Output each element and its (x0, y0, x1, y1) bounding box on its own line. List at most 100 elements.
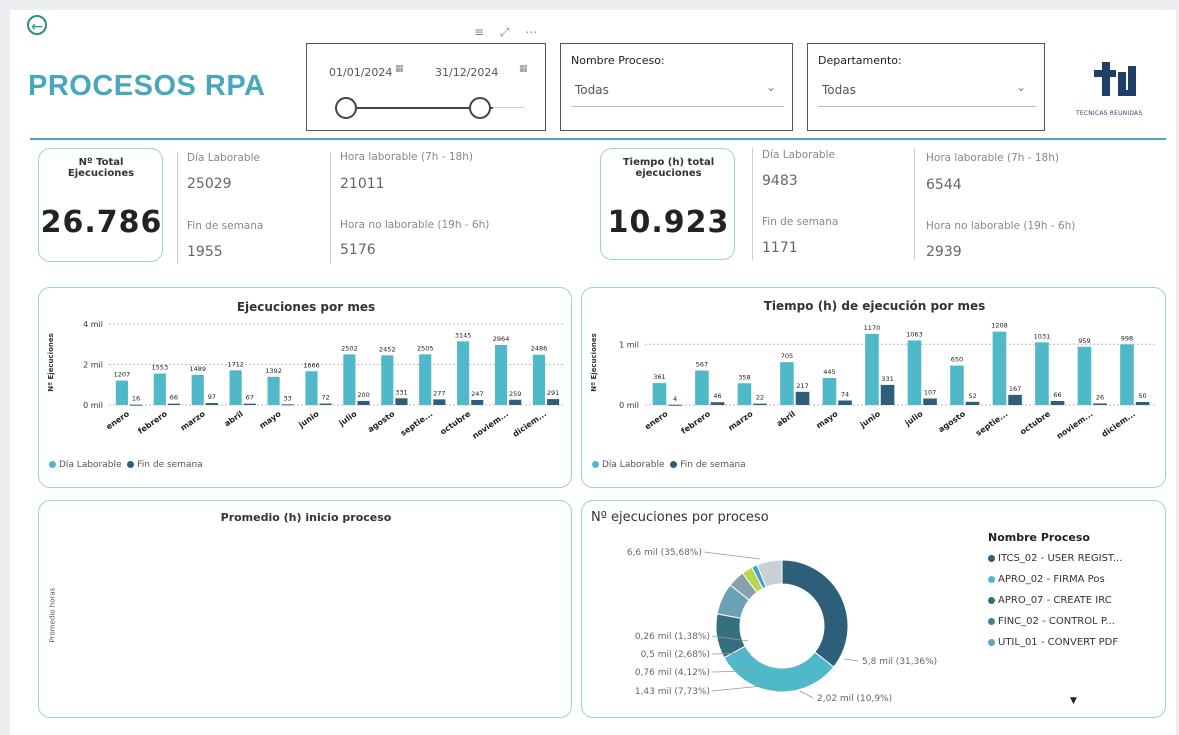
donut-legend[interactable]: ITCS_02 - USER REGIST... APRO_02 - FIRMA … (988, 553, 1122, 658)
back-arrow-icon[interactable]: ← (27, 15, 47, 35)
legend-label: Día Laborable (602, 460, 665, 470)
date-range-slicer[interactable]: 01/01/2024 ▦ 31/12/2024 ▦ (306, 43, 546, 131)
y-tick-label: 1 mil (619, 340, 639, 349)
x-tick-label: junio (296, 409, 321, 430)
legend-dot-icon (592, 461, 599, 468)
dia-laborable-label: Día Laborable (187, 152, 260, 164)
chart-panel-tiempo-mes[interactable]: Tiempo (h) de ejecución por mes Nº Ejecu… (581, 287, 1166, 488)
y-axis-label: Nº Ejecuciones (47, 333, 55, 392)
legend-dot-icon (49, 461, 56, 468)
bar (950, 365, 964, 405)
date-slider-rest (493, 107, 525, 108)
divider-line (752, 148, 753, 260)
departamento-dropdown-value[interactable]: Todas (822, 83, 856, 97)
chart-legend[interactable]: Día Laborable Fin de semana (49, 460, 203, 470)
donut-slice (781, 559, 849, 668)
divider-line (914, 148, 915, 260)
legend-item[interactable]: APRO_07 - CREATE IRC (988, 595, 1122, 606)
bar (992, 331, 1007, 405)
data-label: 1208 (991, 322, 1008, 330)
date-slider-end-handle[interactable] (469, 97, 491, 119)
data-label: 2505 (417, 344, 434, 352)
bar (433, 399, 446, 405)
bar (1120, 344, 1134, 405)
company-logo: TECNICAS REUNIDAS (1068, 58, 1164, 128)
leader-line (711, 685, 763, 692)
kpi-card-tiempo: Tiempo (h) total ejecuciones 10.923 (600, 148, 735, 260)
legend-item-fin-semana[interactable]: Fin de semana (127, 460, 203, 470)
fin-semana-label: Fin de semana (187, 220, 264, 232)
x-tick-label: septie... (974, 409, 1009, 438)
bar (419, 354, 432, 405)
data-label: 74 (841, 391, 849, 399)
legend-item-laborable[interactable]: Día Laborable (592, 460, 665, 470)
bar-chart-ejecuciones[interactable]: Nº Ejecuciones 0 mil 2 mil 4 mil 1207 16enero… (39, 288, 573, 489)
hora-no-laborable-value: 2939 (926, 244, 962, 260)
slice-label: 2,02 mil (10,9%) (817, 694, 892, 704)
data-label: 4 (673, 395, 677, 403)
data-label: 998 (1121, 334, 1133, 342)
calendar-icon[interactable]: ▦ (395, 64, 404, 74)
bar-chart-tiempo[interactable]: Nº Ejecuciones 0 mil 1 mil 361 4enero 567 46 fe… (582, 288, 1167, 489)
dia-laborable-value: 9483 (762, 173, 798, 189)
chart-panel-promedio-inicio[interactable]: Promedio (h) inicio proceso Promedio hor… (38, 500, 572, 718)
departamento-dropdown-label: Departamento: (818, 54, 902, 67)
x-tick-label: febrero (679, 409, 712, 436)
logo-mark-icon (1094, 62, 1136, 96)
x-tick-label: diciem... (1100, 409, 1137, 439)
bar (153, 373, 166, 405)
bar (780, 362, 794, 405)
slice-label: 0,5 mil (2,68%) (641, 650, 710, 660)
bar (494, 345, 508, 405)
chart-legend[interactable]: Día Laborable Fin de semana (592, 460, 746, 470)
bar (753, 403, 767, 405)
legend-item-laborable[interactable]: Día Laborable (49, 460, 122, 470)
legend-item[interactable]: FINC_02 - CONTROL P... (988, 616, 1122, 627)
data-label: 1553 (152, 364, 169, 372)
dia-laborable-label: Día Laborable (762, 149, 835, 161)
data-label: 22 (756, 394, 764, 402)
bar (1093, 403, 1107, 405)
legend-item[interactable]: ITCS_02 - USER REGIST... (988, 553, 1122, 564)
proceso-dropdown-value[interactable]: Todas (575, 83, 609, 97)
bar (822, 377, 837, 405)
visual-toolbar-icons[interactable]: ≡ ⤢ ⋯ (474, 25, 543, 40)
bar (281, 404, 294, 406)
bar (907, 340, 922, 405)
proceso-dropdown[interactable]: Nombre Proceso: Todas ⌄ (560, 43, 793, 131)
bar (343, 354, 356, 405)
hora-laborable-label: Hora laborable (7h - 18h) (926, 152, 1059, 164)
bar (737, 383, 752, 405)
data-label: 705 (781, 352, 793, 360)
divider-line (177, 152, 178, 264)
legend-item-fin-semana[interactable]: Fin de semana (670, 460, 746, 470)
date-slider-start-handle[interactable] (335, 97, 357, 119)
legend-item[interactable]: UTIL_01 - CONVERT PDF (988, 637, 1122, 648)
x-tick-label: febrero (136, 409, 169, 436)
legend-item[interactable]: APRO_02 - FIRMA Pos (988, 574, 1122, 585)
departamento-dropdown[interactable]: Departamento: Todas ⌄ (807, 43, 1045, 131)
legend-dot-icon (988, 575, 995, 583)
data-label: 2452 (379, 345, 396, 353)
x-tick-label: marzo (727, 409, 755, 433)
legend-scroll-down-icon[interactable]: ▼ (1070, 696, 1077, 706)
calendar-icon[interactable]: ▦ (519, 64, 528, 74)
end-date-field[interactable]: 31/12/2024 (435, 66, 498, 79)
legend-title: Nombre Proceso (988, 531, 1090, 544)
dropdown-underline (818, 106, 1036, 107)
donut-chart[interactable]: 6,6 mil (35,68%) 5,8 mil (31,36%) 2,02 mil… (582, 501, 982, 719)
chevron-down-icon[interactable]: ⌄ (1016, 80, 1026, 94)
chevron-down-icon[interactable]: ⌄ (766, 80, 776, 94)
x-tick-label: agosto (366, 409, 397, 434)
start-date-field[interactable]: 01/01/2024 (329, 66, 392, 79)
data-label: 26 (1096, 393, 1104, 401)
data-label: 1392 (265, 367, 282, 375)
legend-label: ITCS_02 - USER REGIST... (998, 553, 1123, 564)
bar (547, 399, 560, 405)
fin-semana-value: 1955 (187, 244, 223, 260)
chart-panel-ejecuciones-mes[interactable]: Ejecuciones por mes Nº Ejecuciones 0 mil 2… (38, 287, 572, 488)
chart-panel-ejecuciones-proceso[interactable]: Nº ejecuciones por proceso 6,6 mil (35,6… (581, 500, 1166, 718)
bar (668, 404, 682, 406)
legend-dot-icon (988, 554, 995, 562)
bar (243, 403, 256, 405)
